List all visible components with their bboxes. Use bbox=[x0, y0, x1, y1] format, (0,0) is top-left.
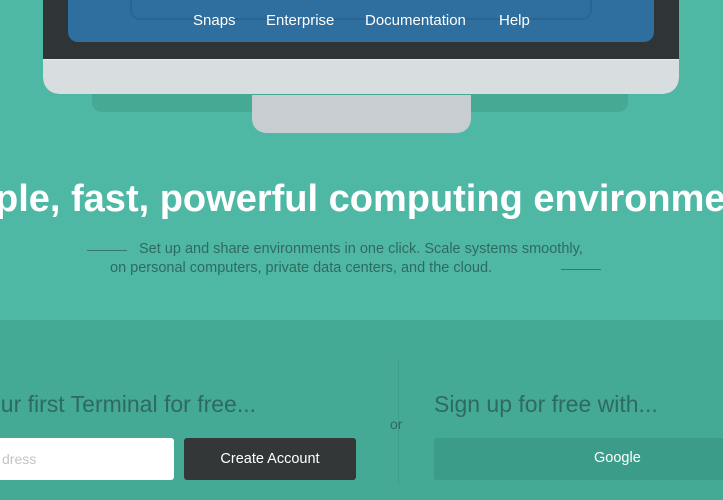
google-button-label: Google bbox=[594, 450, 641, 466]
email-field[interactable] bbox=[0, 438, 174, 480]
monitor-chin bbox=[43, 59, 679, 94]
or-separator: or bbox=[390, 416, 403, 432]
hero-title: ple, fast, powerful computing environme bbox=[0, 178, 723, 220]
monitor-stand bbox=[252, 95, 471, 133]
landing-page: Snaps Enterprise Documentation Help ple,… bbox=[0, 0, 723, 500]
create-account-button[interactable]: Create Account bbox=[184, 438, 356, 480]
tagline-rule-left bbox=[87, 250, 127, 251]
google-signup-button[interactable]: Google bbox=[434, 438, 723, 480]
tagline-line-1: Set up and share environments in one cli… bbox=[139, 241, 583, 257]
free-terminal-heading: our first Terminal for free... bbox=[0, 391, 256, 417]
nav-link-snaps[interactable]: Snaps bbox=[193, 11, 236, 31]
tagline-line-2: on personal computers, private data cent… bbox=[110, 260, 493, 276]
sign-up-heading: Sign up for free with... bbox=[434, 391, 658, 417]
nav-link-help[interactable]: Help bbox=[499, 11, 530, 31]
nav-link-documentation[interactable]: Documentation bbox=[365, 11, 466, 31]
tagline-rule-right bbox=[561, 269, 601, 270]
nav-link-enterprise[interactable]: Enterprise bbox=[266, 11, 334, 31]
top-nav: Snaps Enterprise Documentation Help bbox=[0, 11, 723, 31]
